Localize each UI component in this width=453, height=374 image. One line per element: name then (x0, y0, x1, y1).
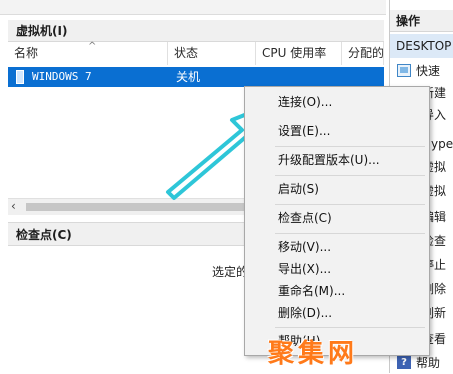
menu-item-upgrade-config[interactable]: 升级配置版本(U)... (246, 149, 428, 171)
watermark-text: 聚集网 (268, 339, 359, 369)
actions-host-label[interactable]: DESKTOP (390, 34, 453, 58)
table-row[interactable]: WINDOWS 7 关机 (8, 67, 384, 87)
menu-separator (275, 146, 425, 147)
quick-create-icon (397, 64, 411, 77)
sort-ascending-icon: ^ (88, 41, 97, 52)
help-icon: ? (397, 356, 411, 369)
column-label-name: 名称 (14, 46, 39, 60)
vm-name: WINDOWS 7 (32, 70, 92, 83)
menu-item-start[interactable]: 启动(S) (246, 178, 428, 200)
column-header-memory[interactable]: 分配的 (342, 42, 384, 65)
menu-item-settings[interactable]: 设置(E)... (246, 120, 428, 142)
menu-separator (275, 175, 425, 176)
scroll-left-icon[interactable]: ‹ (11, 199, 16, 213)
column-header-state[interactable]: 状态 (168, 42, 256, 65)
actions-panel-title: 操作 (390, 10, 453, 32)
toolbar-strip (0, 0, 386, 15)
menu-item-export[interactable]: 导出(X)... (246, 258, 428, 280)
scrollbar-thumb[interactable] (26, 203, 246, 211)
action-label: 快速 (416, 64, 441, 78)
menu-separator (275, 327, 425, 328)
virtual-machine-icon (16, 70, 24, 84)
vm-panel-title: 虚拟机(I) (8, 20, 384, 42)
menu-item-rename[interactable]: 重命名(M)... (246, 280, 428, 302)
context-menu: 连接(O)... 设置(E)... 升级配置版本(U)... 启动(S) 检查点… (244, 86, 430, 356)
menu-item-connect[interactable]: 连接(O)... (246, 91, 428, 113)
action-quick-create[interactable]: 快速 (390, 60, 453, 82)
menu-item-delete[interactable]: 删除(D)... (246, 302, 428, 324)
column-header-cpu[interactable]: CPU 使用率 (256, 42, 342, 65)
menu-item-move[interactable]: 移动(V)... (246, 236, 428, 258)
menu-item-checkpoint[interactable]: 检查点(C) (246, 207, 428, 229)
checkpoint-empty-text: 选定的 (212, 265, 249, 279)
vm-state: 关机 (176, 70, 201, 84)
menu-separator (275, 204, 425, 205)
menu-separator (275, 233, 425, 234)
